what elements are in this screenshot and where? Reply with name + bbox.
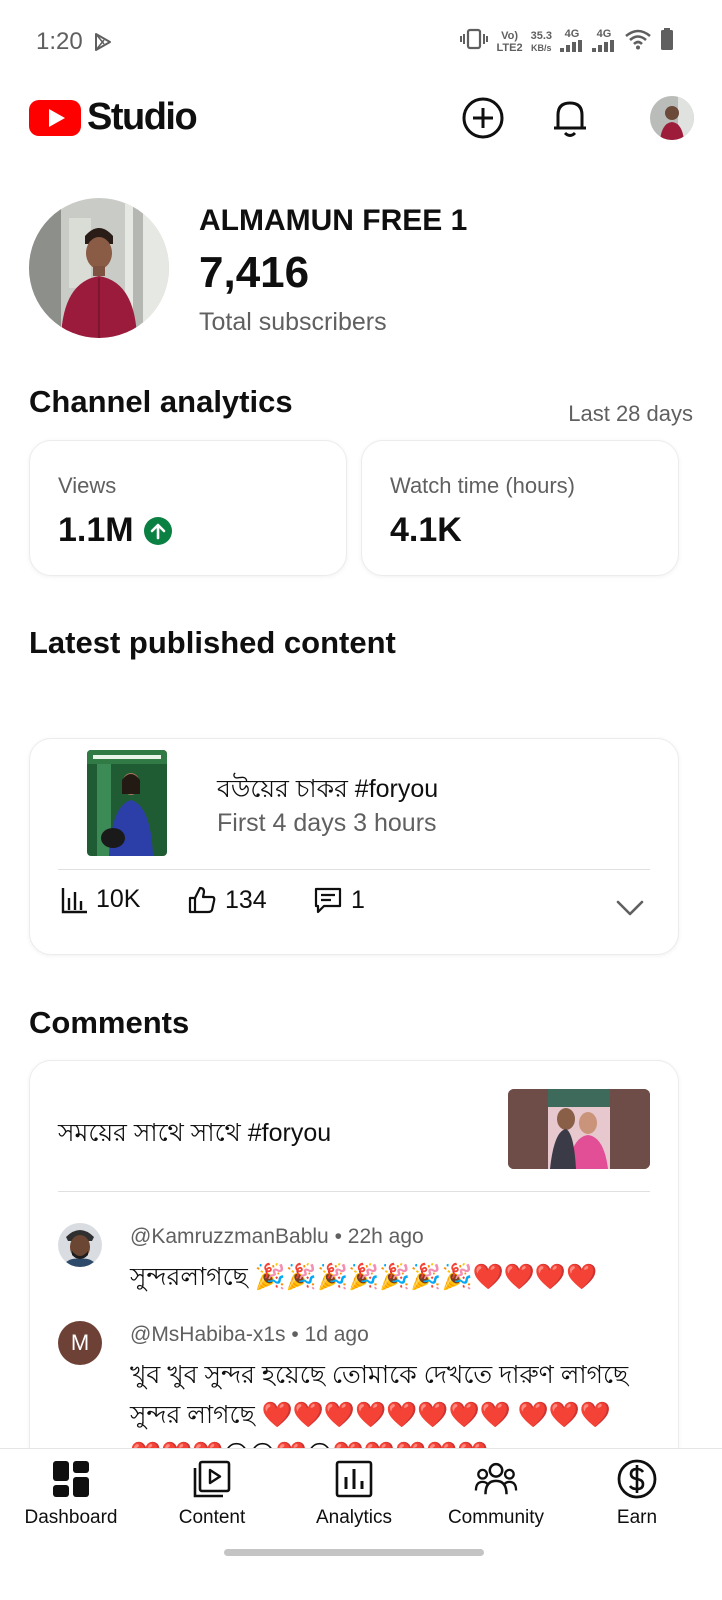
- watch-time-card[interactable]: Watch time (hours) 4.1K: [361, 440, 679, 576]
- signal-bars-icon: [560, 40, 582, 52]
- youtube-studio-logo[interactable]: Studio: [29, 96, 198, 139]
- comment-icon: [314, 887, 342, 914]
- youtube-play-icon: [29, 99, 81, 136]
- nav-dashboard[interactable]: Dashboard: [1, 1457, 141, 1537]
- channel-avatar[interactable]: [29, 198, 169, 338]
- nav-earn[interactable]: Earn: [567, 1457, 707, 1537]
- bar-chart-icon: [61, 887, 87, 913]
- analytics-icon: [332, 1457, 376, 1501]
- comment-post-thumbnail[interactable]: [508, 1089, 650, 1169]
- earn-dollar-icon: [615, 1457, 659, 1501]
- views-stat: 10K: [60, 885, 140, 914]
- channel-name: ALMAMUN FREE 1: [199, 204, 468, 237]
- play-store-icon: [94, 32, 112, 57]
- comment-meta: @KamruzzmanBablu • 22h ago: [130, 1225, 424, 1249]
- community-icon: [474, 1457, 518, 1501]
- commenter-avatar[interactable]: [58, 1223, 102, 1267]
- logo-text: Studio: [87, 96, 198, 138]
- comment-time: 22h ago: [347, 1225, 424, 1248]
- meta-separator: •: [334, 1225, 348, 1248]
- chevron-down-icon: [616, 900, 644, 916]
- thumbs-up-icon: [188, 886, 216, 914]
- comment-author[interactable]: @KamruzzmanBablu: [130, 1225, 329, 1248]
- channel-analytics-title: Channel analytics: [29, 384, 293, 419]
- net-type-2: 4G: [596, 28, 612, 40]
- comment-text: সুন্দরলাগছে 🎉🎉🎉🎉🎉🎉🎉❤️❤️❤️❤️: [130, 1263, 598, 1291]
- speed-value: 35.3: [530, 29, 552, 42]
- comment-meta: @MsHabiba-x1s • 1d ago: [130, 1323, 369, 1347]
- latest-content-title: Latest published content: [29, 625, 396, 660]
- views-metric: 1.1M: [58, 511, 172, 550]
- channel-photo: [29, 198, 169, 338]
- comments-divider: [58, 1191, 650, 1192]
- watch-time-value: 4.1K: [390, 511, 462, 549]
- comment-author[interactable]: @MsHabiba-x1s: [130, 1323, 286, 1346]
- video-title: বউয়ের চাকর #foryou: [217, 775, 439, 803]
- likes-count: 134: [225, 885, 267, 914]
- notifications-button[interactable]: [546, 94, 594, 142]
- comments-title: Comments: [29, 1005, 190, 1040]
- card-divider: [58, 869, 650, 870]
- likes-stat: 134: [187, 885, 267, 915]
- signal-2: 4G: [592, 28, 616, 55]
- account-avatar[interactable]: [650, 96, 694, 140]
- views-card[interactable]: Views 1.1M: [29, 440, 347, 576]
- lte-label: LTE2: [496, 41, 523, 54]
- nav-dashboard-label: Dashboard: [24, 1507, 118, 1528]
- status-indicators: Vo) LTE2 35.3 KB/s 4G 4G: [459, 28, 675, 55]
- views-value: 1.1M: [58, 511, 134, 549]
- analytics-range: Last 28 days: [568, 401, 693, 426]
- nav-analytics[interactable]: Analytics: [284, 1457, 424, 1537]
- account-photo: [650, 96, 694, 140]
- signal-bars-icon: [592, 40, 614, 52]
- nav-earn-label: Earn: [616, 1507, 658, 1528]
- nav-community[interactable]: Community: [426, 1457, 566, 1537]
- video-thumbnail[interactable]: [87, 750, 167, 856]
- status-time: 1:20: [36, 28, 83, 55]
- comments-count: 1: [351, 885, 365, 914]
- content-icon: [190, 1457, 234, 1501]
- volte-indicator: Vo) LTE2: [497, 30, 523, 54]
- app-bar: Studio: [0, 84, 722, 152]
- nav-content-label: Content: [178, 1507, 246, 1528]
- meta-separator: •: [291, 1323, 305, 1346]
- commenter-photo: [58, 1223, 102, 1267]
- commenter-avatar[interactable]: M: [58, 1321, 102, 1365]
- channel-profile: ALMAMUN FREE 1 7,416 Total subscribers: [29, 198, 693, 340]
- home-indicator[interactable]: [224, 1549, 484, 1556]
- nav-analytics-label: Analytics: [315, 1507, 393, 1528]
- comments-stat: 1: [313, 885, 365, 915]
- create-button[interactable]: [459, 94, 507, 142]
- vibrate-icon: [459, 28, 489, 55]
- watch-time-label: Watch time (hours): [390, 473, 576, 498]
- views-label: Views: [58, 473, 117, 498]
- wifi-icon: [624, 28, 652, 55]
- post-thumbnail-image: [508, 1089, 650, 1169]
- network-speed: 35.3 KB/s: [531, 30, 552, 54]
- video-thumbnail-image: [87, 750, 167, 856]
- expand-button[interactable]: [616, 899, 644, 922]
- views-count: 10K: [96, 885, 141, 913]
- signal-1: 4G: [560, 28, 584, 55]
- avatar-letter: M: [70, 1330, 90, 1355]
- nav-community-label: Community: [447, 1507, 545, 1528]
- trend-up-icon: [143, 516, 172, 545]
- net-type-1: 4G: [564, 28, 580, 40]
- dashboard-icon: [49, 1457, 93, 1501]
- video-age: First 4 days 3 hours: [217, 809, 437, 837]
- bottom-navigation: Dashboard Content Analytics Community Ea…: [0, 1448, 722, 1600]
- subscriber-count: 7,416: [199, 248, 310, 297]
- speed-unit: KB/s: [531, 42, 552, 53]
- battery-icon: [660, 28, 674, 55]
- bell-icon: [554, 101, 586, 137]
- status-bar: 1:20 Vo) LTE2 35.3 KB/s 4G 4G: [0, 0, 722, 84]
- comment-time: 1d ago: [304, 1323, 369, 1346]
- watch-time-metric: 4.1K: [390, 511, 462, 550]
- comment-post-title[interactable]: সময়ের সাথে সাথে #foryou: [58, 1113, 331, 1156]
- subscribers-label: Total subscribers: [199, 308, 387, 336]
- nav-content[interactable]: Content: [142, 1457, 282, 1537]
- add-circle-icon: [462, 97, 504, 139]
- latest-video-card[interactable]: বউয়ের চাকর #foryou First 4 days 3 hours…: [29, 738, 679, 955]
- volte-label: Vo): [501, 29, 518, 42]
